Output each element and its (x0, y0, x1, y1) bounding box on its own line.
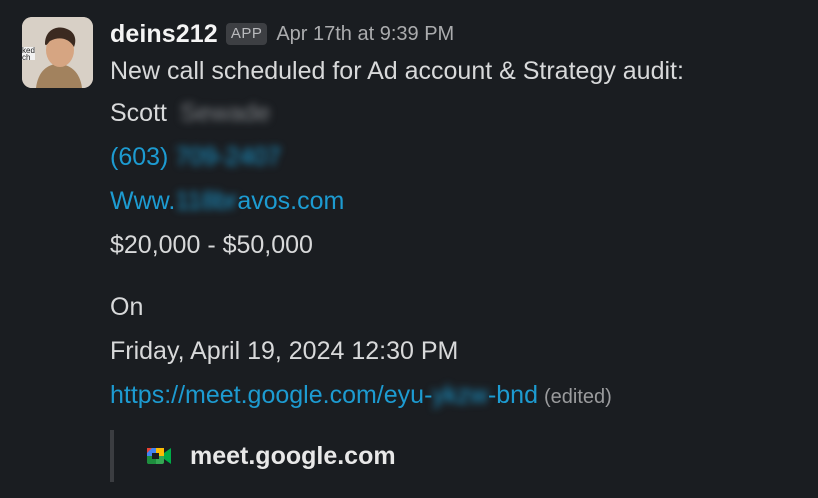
message-content: deins212 APP Apr 17th at 9:39 PM New cal… (110, 17, 810, 419)
svg-text:ch: ch (22, 53, 30, 62)
contact-name-line: Scott Sewade (110, 91, 810, 135)
phone-prefix: (603) (110, 143, 169, 171)
unfurl-title[interactable]: meet.google.com (190, 442, 396, 471)
message: ked ch deins212 APP Apr 17th at 9:39 PM … (0, 0, 818, 498)
meeting-datetime: Friday, April 19, 2024 12:30 PM (110, 337, 459, 365)
app-badge: APP (225, 23, 268, 45)
avatar-photo: ked ch (22, 17, 93, 88)
website-link[interactable]: Www.118bravos.com (110, 187, 344, 215)
headline-text: New call scheduled for Ad account & Stra… (110, 57, 684, 85)
phone-line: (603) 709-2407 (110, 135, 810, 179)
phone-link[interactable]: (603) 709-2407 (110, 143, 281, 171)
edited-label: (edited) (544, 386, 612, 408)
google-meet-icon (144, 441, 174, 471)
meet-link-line: https://meet.google.com/eyu-ykzw-bnd (edi… (110, 373, 810, 419)
redacted-last-name: Sewade (179, 99, 271, 127)
website-line: Www.118bravos.com (110, 179, 810, 223)
avatar[interactable]: ked ch (22, 17, 93, 88)
meet-link-prefix: https://meet.google.com/eyu- (110, 381, 433, 409)
redacted-meet-code: ykzw (432, 381, 488, 409)
link-unfurl[interactable]: meet.google.com (110, 430, 514, 482)
website-suffix: avos.com (237, 187, 345, 215)
redacted-website: 118br (175, 187, 238, 215)
meet-link[interactable]: https://meet.google.com/eyu-ykzw-bnd (110, 381, 538, 409)
sender-name[interactable]: deins212 (110, 20, 218, 49)
timestamp[interactable]: Apr 17th at 9:39 PM (276, 23, 454, 46)
message-header: deins212 APP Apr 17th at 9:39 PM (110, 17, 810, 51)
budget-text: $20,000 - $50,000 (110, 231, 313, 259)
redacted-phone-number: 709-2407 (175, 143, 281, 171)
contact-first-name: Scott (110, 99, 167, 127)
meet-link-suffix: -bnd (487, 381, 538, 409)
on-label: On (110, 293, 144, 321)
website-prefix: Www. (110, 187, 176, 215)
